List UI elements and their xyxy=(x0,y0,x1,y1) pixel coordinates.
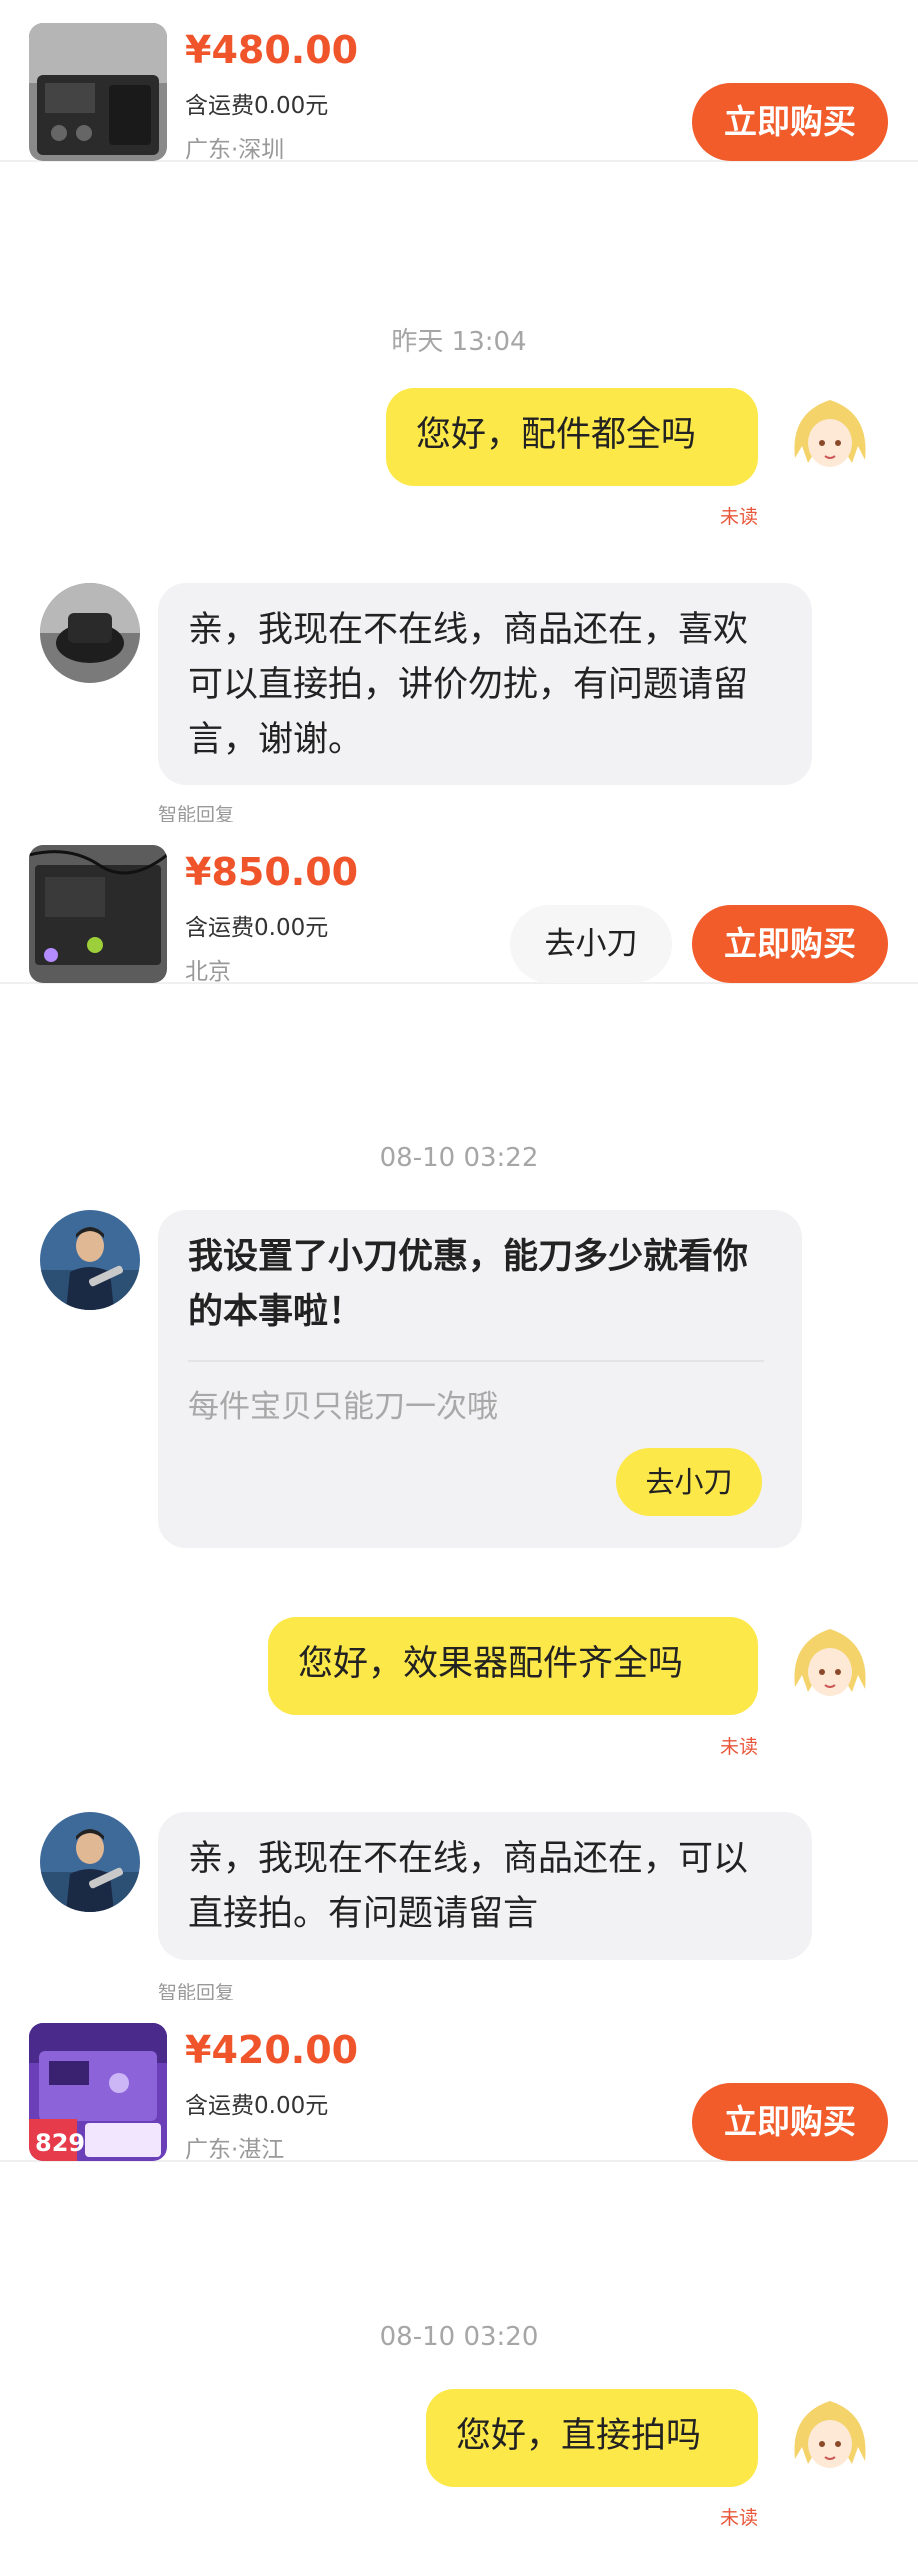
my-message-bubble: 您好，效果器配件齐全吗 xyxy=(268,1617,758,1715)
message-text: 亲，我现在不在线，商品还在，可以直接拍。有问题请留言 xyxy=(188,1839,749,1934)
message-text: 您好，配件都全吗 xyxy=(416,415,697,455)
product-thumbnail[interactable]: 829 xyxy=(29,2023,167,2161)
seller-avatar[interactable] xyxy=(40,583,140,683)
product-card[interactable]: ¥850.00 含运费0.00元 北京 去小刀 立即购买 xyxy=(0,822,918,985)
my-message-bubble: 您好，配件都全吗 xyxy=(386,388,758,486)
product-price: ¥420.00 xyxy=(185,2028,359,2072)
product-location: 广东·湛江 xyxy=(185,2137,285,2163)
message-text: 您好，直接拍吗 xyxy=(456,2416,702,2456)
buy-now-button[interactable]: 立即购买 xyxy=(692,2083,888,2161)
unread-status: 未读 xyxy=(719,2507,758,2529)
my-avatar[interactable] xyxy=(780,2389,880,2489)
product-price: ¥850.00 xyxy=(185,850,359,894)
product-card[interactable]: ¥480.00 含运费0.00元 广东·深圳 立即购买 xyxy=(0,0,918,163)
product-price: ¥480.00 xyxy=(185,28,359,72)
buy-now-button[interactable]: 立即购买 xyxy=(692,905,888,983)
seller-avatar[interactable] xyxy=(40,1210,140,1310)
product-card[interactable]: 829 ¥420.00 含运费0.00元 广东·湛江 立即购买 xyxy=(0,2000,918,2163)
bargain-button[interactable]: 去小刀 xyxy=(510,905,672,983)
product-location: 广东·深圳 xyxy=(185,137,285,163)
product-shipping: 含运费0.00元 xyxy=(185,93,329,119)
product-location: 北京 xyxy=(185,959,231,985)
chat-timestamp: 08-10 03:22 xyxy=(379,1143,539,1173)
chat-timestamp: 08-10 03:20 xyxy=(379,2322,539,2352)
message-text: 您好，效果器配件齐全吗 xyxy=(298,1644,684,1684)
unread-status: 未读 xyxy=(719,1736,758,1758)
coupon-title: 我设置了小刀优惠，能刀多少就看你的本事啦！ xyxy=(188,1237,749,1332)
bargain-button[interactable]: 去小刀 xyxy=(616,1448,762,1516)
my-avatar[interactable] xyxy=(780,1617,880,1717)
unread-status: 未读 xyxy=(719,506,758,528)
buy-now-button[interactable]: 立即购买 xyxy=(692,83,888,161)
seller-message-bubble: 亲，我现在不在线，商品还在，喜欢可以直接拍，讲价勿扰，有问题请留言，谢谢。 xyxy=(158,583,812,785)
coupon-card[interactable]: 我设置了小刀优惠，能刀多少就看你的本事啦！ 每件宝贝只能刀一次哦 去小刀 xyxy=(158,1210,802,1548)
thumb-badge: 829 xyxy=(35,2129,85,2157)
coupon-divider xyxy=(188,1360,764,1362)
product-thumbnail[interactable] xyxy=(29,845,167,983)
seller-message-bubble: 亲，我现在不在线，商品还在，可以直接拍。有问题请留言 xyxy=(158,1812,812,1960)
product-shipping: 含运费0.00元 xyxy=(185,2093,329,2119)
seller-avatar[interactable] xyxy=(40,1812,140,1912)
coupon-subtitle: 每件宝贝只能刀一次哦 xyxy=(188,1389,498,1425)
product-thumbnail[interactable] xyxy=(29,23,167,161)
message-text: 亲，我现在不在线，商品还在，喜欢可以直接拍，讲价勿扰，有问题请留言，谢谢。 xyxy=(188,610,749,760)
my-message-bubble: 您好，直接拍吗 xyxy=(426,2389,758,2487)
chat-timestamp: 昨天 13:04 xyxy=(391,327,527,357)
my-avatar[interactable] xyxy=(780,388,880,488)
product-shipping: 含运费0.00元 xyxy=(185,915,329,941)
